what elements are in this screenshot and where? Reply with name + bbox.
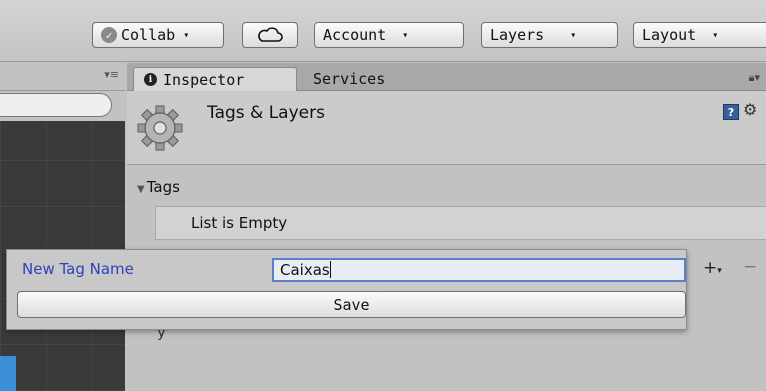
tab-services-label: Services: [313, 70, 386, 88]
new-tag-name-input[interactable]: Caixas: [272, 258, 686, 282]
tab-strip: i Inspector Services 🔒︎▾: [127, 63, 766, 91]
tab-inspector[interactable]: i Inspector: [133, 67, 297, 91]
foldout-arrow-icon: ▼: [137, 184, 145, 195]
add-tag-plus-icon[interactable]: +▾: [703, 258, 722, 278]
tags-foldout[interactable]: ▼ Tags: [137, 178, 180, 196]
gear-icon: [137, 105, 183, 151]
collab-button[interactable]: ✓ Collab ▾: [92, 22, 224, 48]
panel-menu-icon[interactable]: ▾≡: [104, 68, 119, 81]
tab-inspector-label: Inspector: [163, 70, 245, 89]
main-toolbar: ✓ Collab ▾ Account ▾ Layers ▾ Layout ▾: [0, 0, 766, 62]
info-icon: i: [144, 73, 157, 86]
settings-gear-icon[interactable]: ⚙: [743, 100, 757, 119]
save-button-label: Save: [333, 295, 370, 314]
collab-label: Collab: [121, 26, 176, 44]
inspector-title: Tags & Layers: [207, 103, 325, 123]
caret-down-icon: ▾: [570, 29, 577, 41]
caret-down-icon: ▾: [402, 29, 409, 41]
hierarchy-search-input[interactable]: [0, 93, 112, 117]
cloud-button[interactable]: [242, 22, 298, 48]
new-tag-name-label: New Tag Name: [22, 260, 134, 278]
account-label: Account: [323, 26, 387, 44]
new-tag-name-value: Caixas: [280, 261, 330, 279]
hierarchy-panel: ▾≡: [0, 63, 125, 391]
account-dropdown[interactable]: Account ▾: [314, 22, 464, 48]
inspector-header: Tags & Layers ? ⚙: [127, 91, 766, 165]
layers-dropdown[interactable]: Layers ▾: [481, 22, 618, 48]
caret-down-icon: ▾: [183, 29, 190, 41]
layout-label: Layout: [642, 26, 697, 44]
hierarchy-header: ▾≡: [0, 63, 125, 91]
blue-corner-decoration: [0, 356, 16, 391]
tags-list: List is Empty: [155, 206, 766, 240]
tags-section-label: Tags: [146, 178, 180, 196]
remove-tag-minus-icon[interactable]: −: [743, 257, 757, 277]
list-empty-text: List is Empty: [191, 214, 288, 232]
help-icon[interactable]: ?: [723, 104, 739, 120]
cloud-icon: [258, 27, 283, 42]
lock-icon[interactable]: 🔒︎▾: [749, 71, 760, 85]
hierarchy-search-bar: [0, 91, 125, 121]
check-icon: ✓: [101, 27, 117, 43]
tab-services[interactable]: Services: [303, 67, 395, 91]
inspector-panel: Tags & Layers ? ⚙ ▼ Tags List is Empty +▾…: [127, 91, 766, 391]
save-button[interactable]: Save: [17, 291, 686, 318]
layout-dropdown[interactable]: Layout ▾: [633, 22, 766, 48]
new-tag-popup: New Tag Name Caixas Save: [6, 249, 687, 330]
text-cursor: [329, 261, 331, 278]
layers-label: Layers: [490, 26, 545, 44]
caret-down-icon: ▾: [712, 29, 719, 41]
